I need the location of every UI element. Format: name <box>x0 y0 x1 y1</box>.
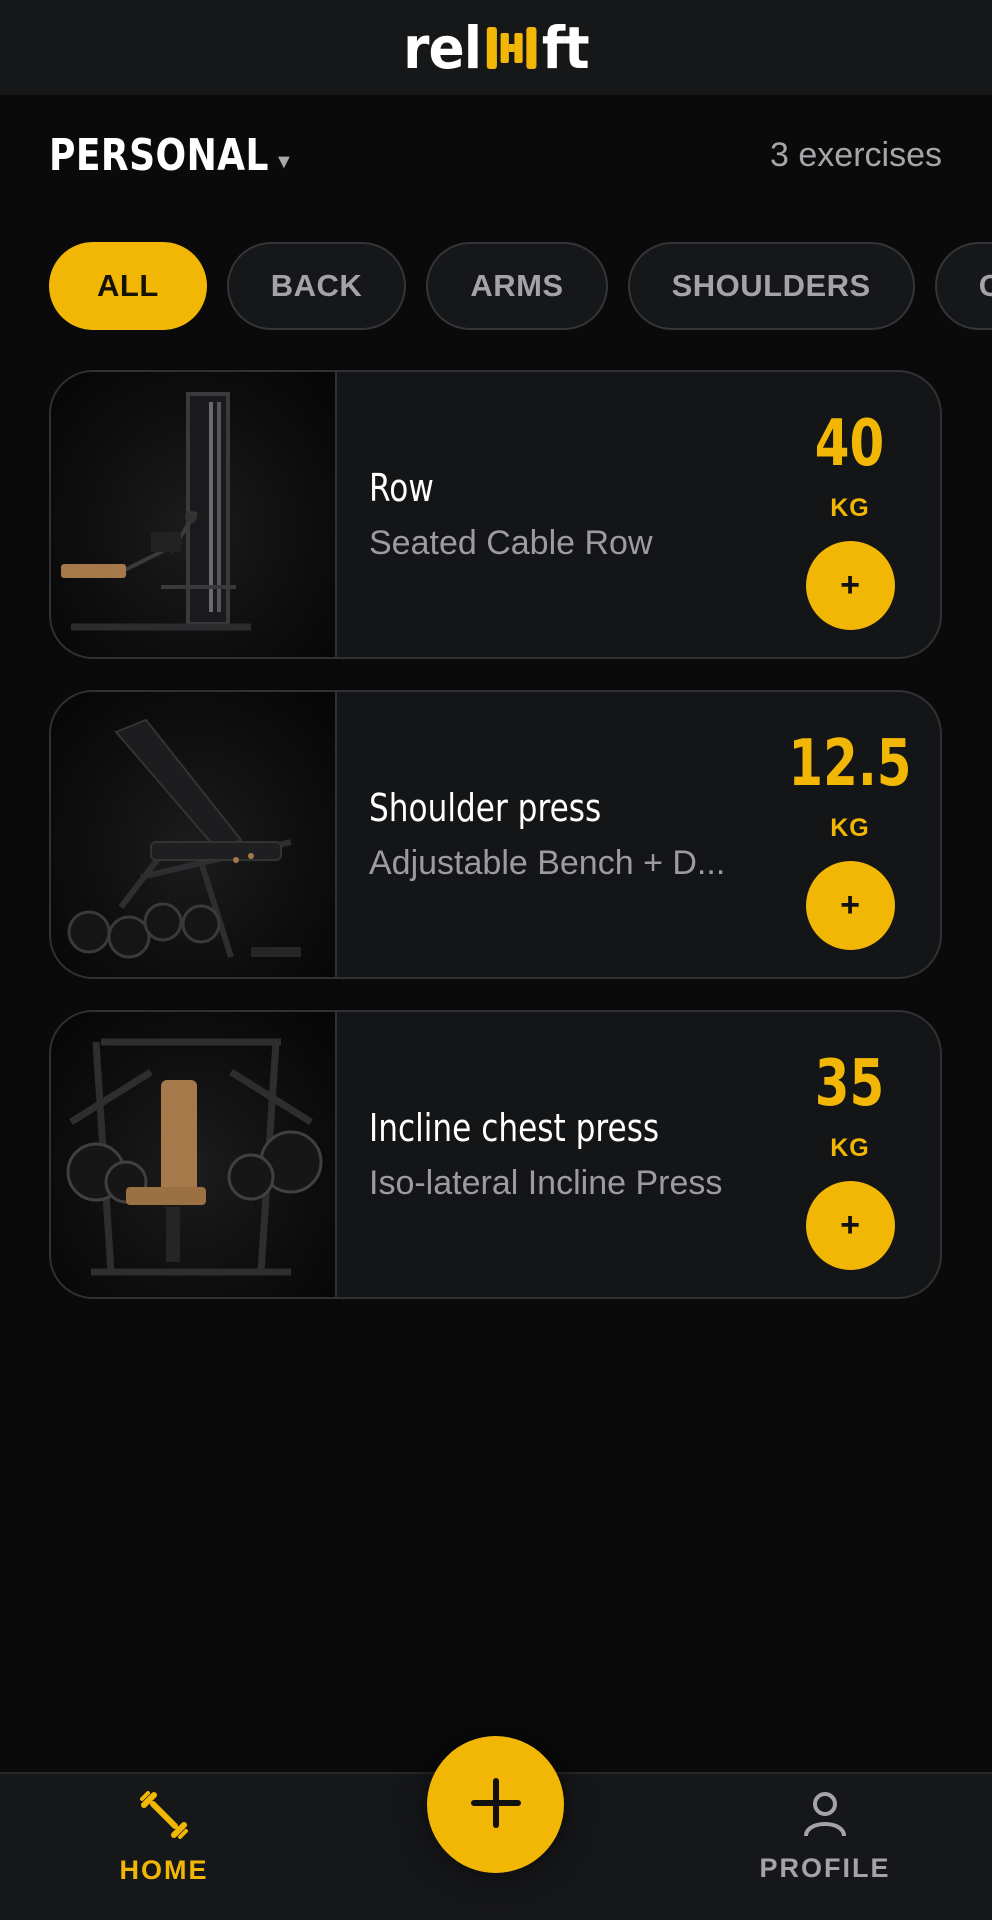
plus-icon: + <box>840 1206 860 1244</box>
filter-chip-shoulders[interactable]: SHOULDERS <box>627 242 915 330</box>
exercise-image-incline-press <box>51 1012 337 1297</box>
exercise-info: Shoulder press Adjustable Bench + D... <box>369 692 769 977</box>
dumbbell-icon <box>139 1790 189 1845</box>
weight-unit: KG <box>830 814 870 842</box>
exercise-name: Row <box>369 466 434 510</box>
exercise-card-incline-chest-press[interactable]: Incline chest press Iso-lateral Incline … <box>49 1010 942 1299</box>
nav-profile-tab[interactable]: PROFILE <box>760 1790 890 1884</box>
logo-text-end: ft <box>541 13 590 82</box>
user-icon <box>802 1790 848 1843</box>
app-logo: rel ft <box>403 13 590 82</box>
collection-header: PERSONAL ▼ 3 exercises <box>49 120 942 190</box>
plus-icon: + <box>840 886 860 924</box>
exercise-card-shoulder-press[interactable]: Shoulder press Adjustable Bench + D... 1… <box>49 690 942 979</box>
log-set-button[interactable]: + <box>805 541 895 630</box>
top-bar: rel ft <box>0 0 992 95</box>
filter-chip-back[interactable]: BACK <box>226 242 407 330</box>
dumbbell-logo-icon <box>483 25 540 71</box>
nav-profile-label: PROFILE <box>759 1853 891 1883</box>
weight-value: 40 <box>815 407 885 481</box>
collection-title: PERSONAL <box>49 129 269 181</box>
app-screen: rel ft PERSONAL ▼ 3 exercises ALL BACK A… <box>0 0 992 1920</box>
nav-home-tab[interactable]: HOME <box>118 1790 210 1886</box>
nav-home-label: HOME <box>119 1855 209 1885</box>
exercise-name: Shoulder press <box>369 786 602 830</box>
collection-selector[interactable]: PERSONAL ▼ <box>49 130 294 181</box>
caret-down-icon: ▼ <box>274 150 294 173</box>
plus-icon: + <box>840 566 860 604</box>
filter-chip-chest[interactable]: CH <box>934 242 992 330</box>
equipment-name: Seated Cable Row <box>369 524 653 562</box>
filter-chip-arms[interactable]: ARMS <box>426 242 608 330</box>
equipment-name: Iso-lateral Incline Press <box>369 1164 723 1202</box>
weight-block: 35 KG + <box>790 1052 910 1270</box>
weight-block: 12.5 KG + <box>788 727 912 950</box>
log-set-button[interactable]: + <box>805 861 895 950</box>
logo-text-start: rel <box>403 13 482 82</box>
exercise-info: Incline chest press Iso-lateral Incline … <box>369 1012 769 1297</box>
weight-value: 35 <box>815 1047 885 1121</box>
exercise-name: Incline chest press <box>369 1106 660 1150</box>
exercise-card-row[interactable]: Row Seated Cable Row 40 KG + <box>49 370 942 659</box>
weight-block: 40 KG + <box>790 412 910 630</box>
filter-chip-all[interactable]: ALL <box>49 242 207 330</box>
weight-value: 12.5 <box>788 727 912 801</box>
exercise-image-cable-row <box>51 372 337 657</box>
plus-icon <box>469 1776 523 1833</box>
exercise-count: 3 exercises <box>770 135 942 174</box>
exercise-info: Row Seated Cable Row <box>369 372 769 657</box>
equipment-name: Adjustable Bench + D... <box>369 844 726 882</box>
weight-unit: KG <box>830 1134 870 1162</box>
weight-unit: KG <box>830 494 870 522</box>
log-set-button[interactable]: + <box>805 1181 895 1270</box>
add-exercise-button[interactable] <box>427 1736 564 1873</box>
exercise-image-adjustable-bench <box>51 692 337 977</box>
category-filter-bar: ALL BACK ARMS SHOULDERS CH <box>49 242 992 330</box>
